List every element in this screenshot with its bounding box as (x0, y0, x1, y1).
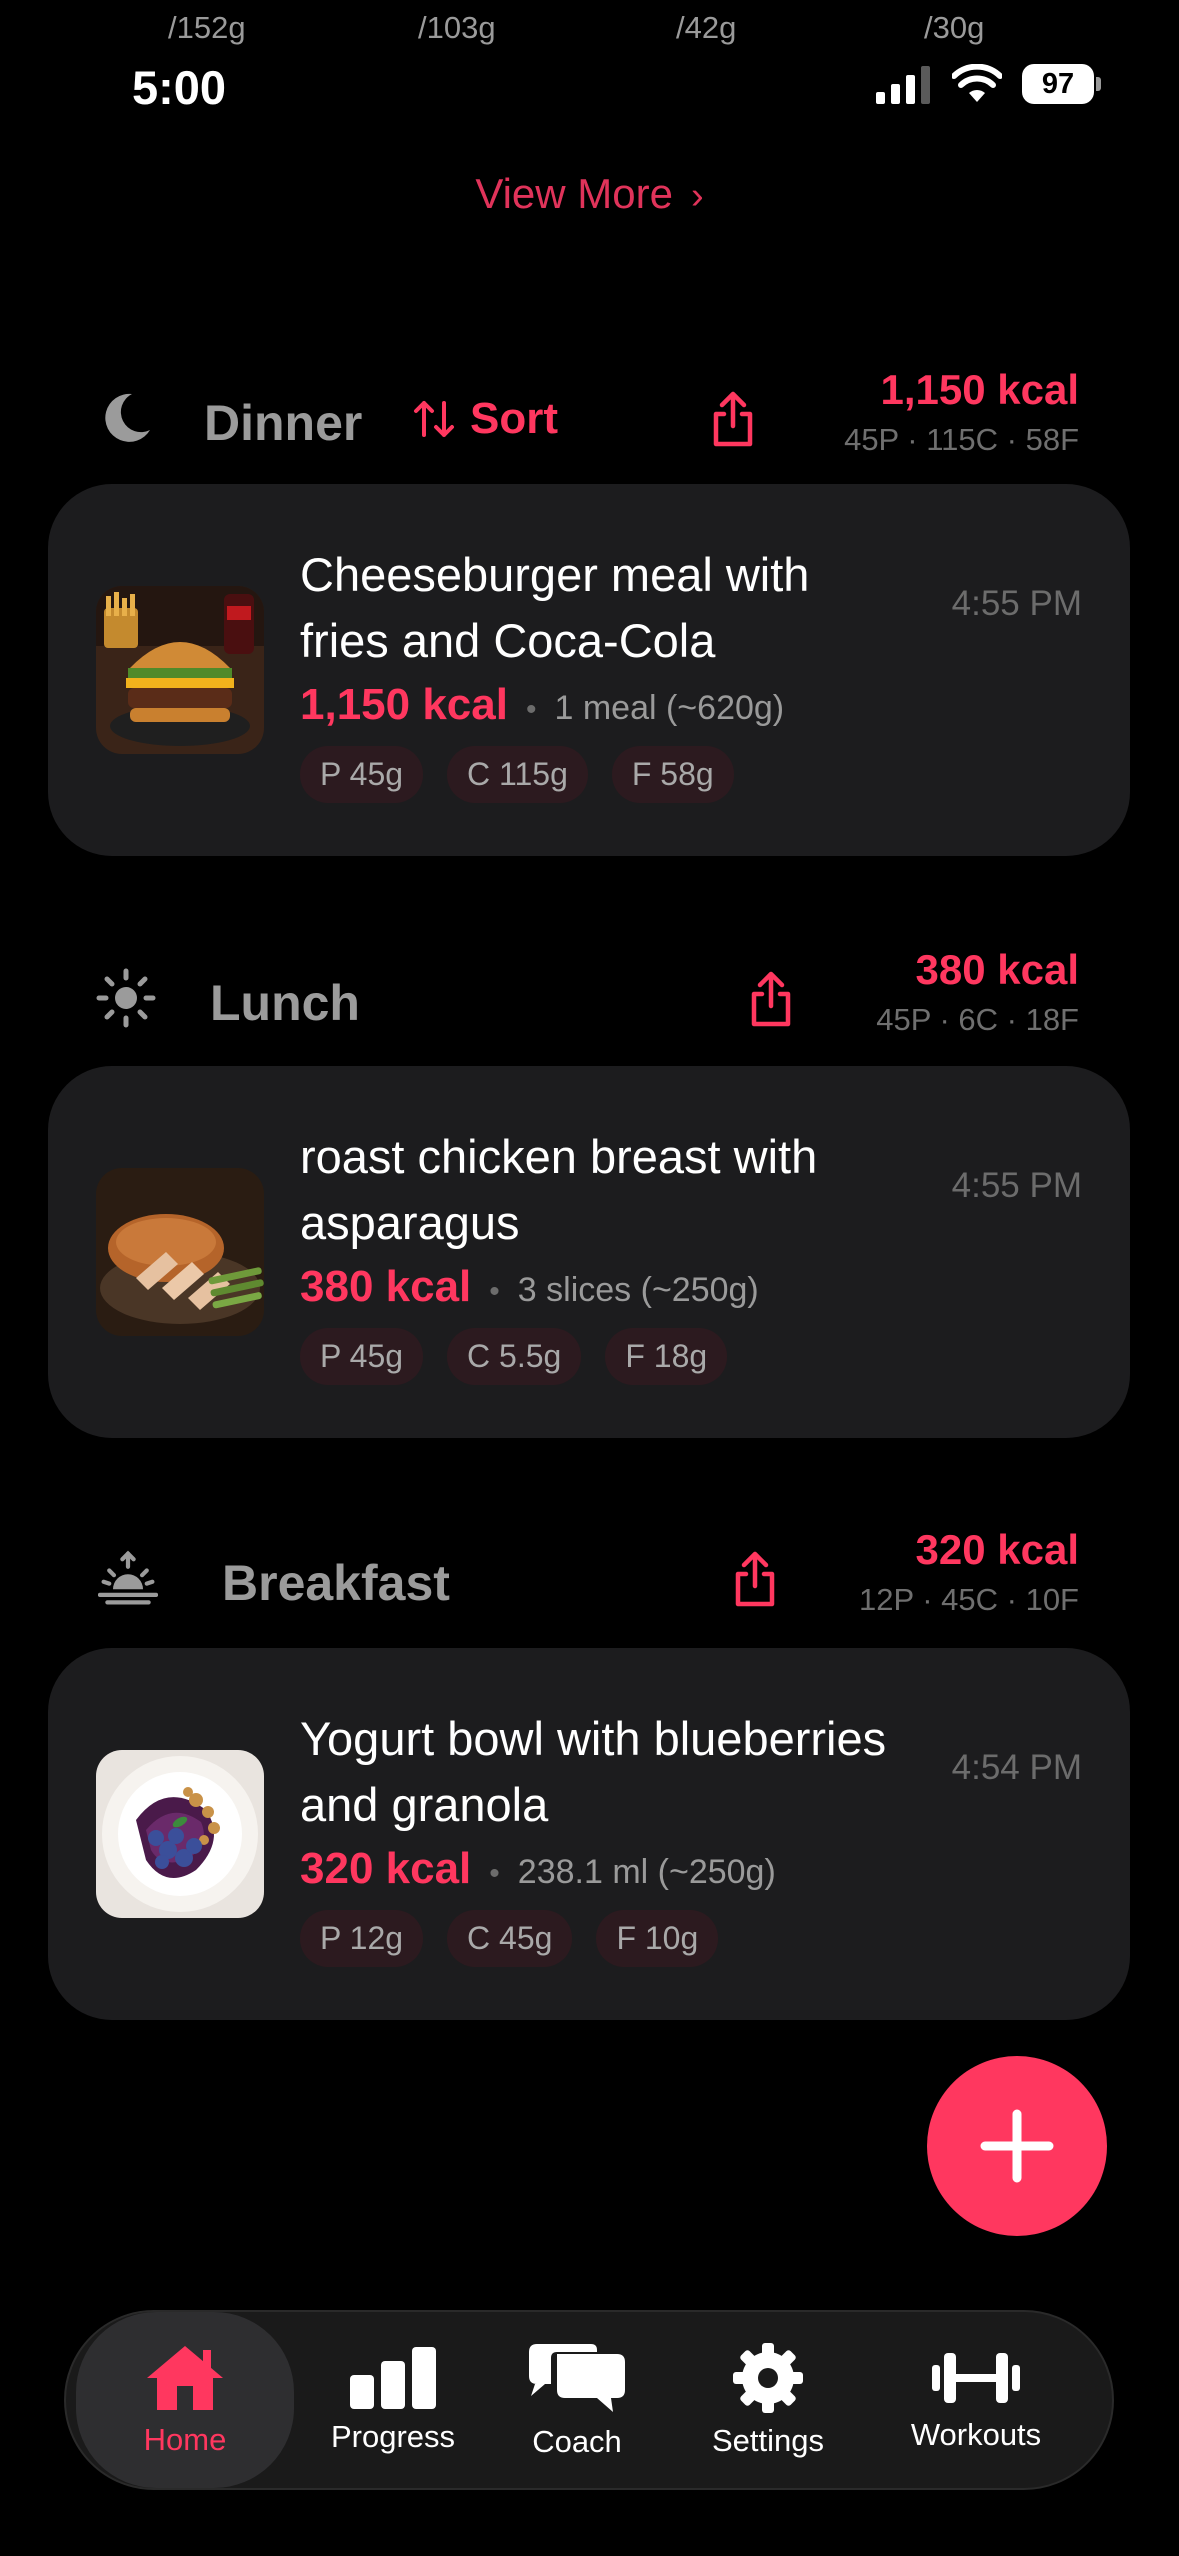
bottom-tab-bar: Home Progress Coach Settings Workouts (64, 2310, 1114, 2490)
sunrise-icon (98, 1550, 158, 1605)
tab-coach[interactable]: Coach (494, 2312, 660, 2488)
lunch-title: Lunch (210, 975, 360, 1031)
carbs-chip: C 45g (447, 1910, 573, 1967)
protein-chip: P 12g (300, 1910, 424, 1967)
chat-bubbles-icon (529, 2344, 625, 2412)
battery-indicator: 97 (1022, 64, 1101, 104)
fat-total-remnant: /42g (676, 10, 737, 45)
roast-chicken-photo (96, 1168, 264, 1336)
sort-button[interactable]: Sort (412, 394, 558, 444)
breakfast-kcal-total: 320 kcal (915, 1526, 1080, 1573)
chevron-right-icon: › (690, 175, 704, 217)
dinner-title: Dinner (204, 395, 363, 451)
sort-label: Sort (470, 394, 558, 443)
fat-chip: F 18g (605, 1328, 728, 1385)
battery-level: 97 (1022, 64, 1094, 104)
lunch-meal-kcal: 380 kcal (300, 1262, 472, 1311)
tab-home[interactable]: Home (76, 2312, 294, 2488)
fat-chip: F 58g (611, 746, 734, 803)
dinner-meal-portion: 1 meal (~620g) (554, 689, 785, 727)
lunch-meal-portion: 3 slices (~250g) (517, 1271, 759, 1309)
sun-icon (96, 968, 156, 1028)
breakfast-meal-time: 4:54 PM (951, 1748, 1082, 1787)
status-time: 5:00 (132, 61, 227, 114)
cheeseburger-photo (96, 586, 264, 754)
breakfast-title: Breakfast (222, 1555, 450, 1611)
protein-total-remnant: /152g (168, 10, 246, 45)
yogurt-bowl-photo (96, 1750, 264, 1918)
add-meal-button[interactable] (927, 2056, 1107, 2236)
lunch-section-header: Lunch 380 kcal 45P · 6C · 18F (0, 946, 1179, 1056)
carbs-chip: C 5.5g (447, 1328, 582, 1385)
dinner-meal-time: 4:55 PM (951, 584, 1082, 623)
tab-workouts[interactable]: Workouts (876, 2312, 1076, 2488)
dinner-kcal-total: 1,150 kcal (880, 366, 1079, 413)
breakfast-meal-name: Yogurt bowl with blueberries and granola (300, 1712, 887, 1831)
separator-dot: • (525, 693, 537, 726)
breakfast-share-icon[interactable] (730, 1550, 780, 1610)
wifi-icon (952, 64, 1002, 102)
separator-dot: • (489, 1857, 500, 1890)
protein-chip: P 45g (300, 746, 424, 803)
breakfast-macros-total: 12P · 45C · 10F (859, 1582, 1079, 1617)
home-icon (147, 2346, 223, 2410)
breakfast-meal-card[interactable]: Yogurt bowl with blueberries and granola… (48, 1648, 1130, 2020)
plus-icon (980, 2109, 1054, 2183)
tab-settings-label: Settings (711, 2423, 824, 2458)
tab-workouts-label: Workouts (910, 2417, 1042, 2452)
fat-chip: F 10g (596, 1910, 719, 1967)
lunch-kcal-total: 380 kcal (915, 946, 1080, 993)
status-indicators: 97 (874, 64, 1101, 104)
breakfast-meal-kcal: 320 kcal (300, 1844, 472, 1893)
dumbbell-icon (932, 2353, 1020, 2403)
dinner-meal-kcal: 1,150 kcal (300, 680, 508, 729)
carbs-chip: C 115g (447, 746, 588, 803)
gear-icon (733, 2343, 803, 2413)
dinner-meal-card[interactable]: Cheeseburger meal with fries and Coca-Co… (48, 484, 1130, 856)
dinner-macro-chips: P 45g C 115g F 58g (300, 746, 734, 803)
breakfast-meal-kcal-line: 320 kcal • 238.1 ml (~250g) (300, 1844, 776, 1894)
lunch-meal-time: 4:55 PM (951, 1166, 1082, 1205)
breakfast-section-header: Breakfast 320 kcal 12P · 45C · 10F (0, 1526, 1179, 1636)
moon-icon (105, 393, 150, 442)
breakfast-macro-chips: P 12g C 45g F 10g (300, 1910, 719, 1967)
dinner-section-header: Dinner Sort 1,150 kcal 45P · 115C · 58F (0, 366, 1179, 476)
dinner-meal-name: Cheeseburger meal with fries and Coca-Co… (300, 548, 810, 667)
breakfast-meal-portion: 238.1 ml (~250g) (517, 1853, 776, 1891)
fiber-total-remnant: /30g (924, 10, 985, 45)
lunch-share-icon[interactable] (746, 970, 796, 1030)
sort-arrows-icon (414, 401, 454, 437)
separator-dot: • (489, 1275, 500, 1308)
view-more-label: View More (475, 170, 673, 217)
lunch-meal-kcal-line: 380 kcal • 3 slices (~250g) (300, 1262, 759, 1312)
view-more-link[interactable]: View More › (0, 170, 1179, 218)
dinner-share-icon[interactable] (708, 390, 758, 450)
protein-chip: P 45g (300, 1328, 424, 1385)
lunch-meal-card[interactable]: roast chicken breast with asparagus 4:55… (48, 1066, 1130, 1438)
tab-home-label: Home (143, 2422, 227, 2457)
lunch-meal-name: roast chicken breast with asparagus (300, 1130, 818, 1249)
lunch-macro-chips: P 45g C 5.5g F 18g (300, 1328, 728, 1385)
tab-settings[interactable]: Settings (678, 2312, 858, 2488)
dinner-meal-kcal-line: 1,150 kcal • 1 meal (~620g) (300, 680, 784, 730)
cellular-signal-icon (876, 66, 930, 104)
tab-progress[interactable]: Progress (304, 2312, 482, 2488)
tab-coach-label: Coach (532, 2424, 622, 2459)
tab-progress-label: Progress (330, 2419, 456, 2454)
dinner-macros-total: 45P · 115C · 58F (844, 422, 1079, 457)
carbs-total-remnant: /103g (418, 10, 496, 45)
battery-tip (1096, 77, 1101, 91)
bar-chart-icon (350, 2347, 436, 2409)
lunch-macros-total: 45P · 6C · 18F (876, 1002, 1079, 1037)
